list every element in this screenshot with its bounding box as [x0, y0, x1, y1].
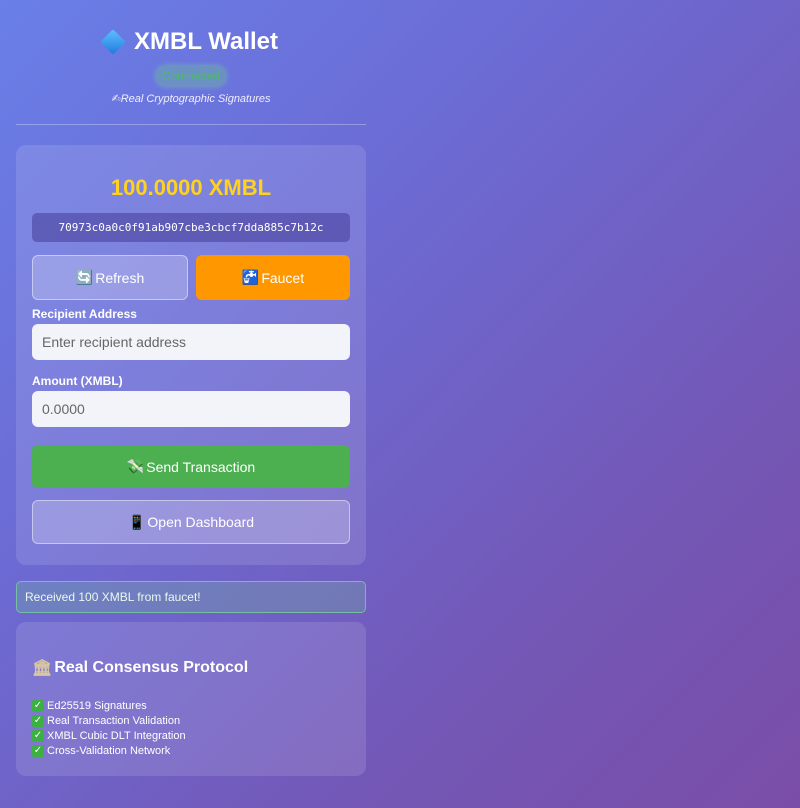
subtitle: ✍Real Cryptographic Signatures	[111, 93, 271, 105]
wallet-panel: XMBL Wallet Connected ✍Real Cryptographi…	[16, 0, 366, 125]
refresh-icon: 🔄	[75, 269, 94, 285]
header: XMBL Wallet Connected ✍Real Cryptographi…	[16, 0, 366, 125]
check-icon: ✓	[32, 714, 44, 727]
recipient-label: Recipient Address	[32, 307, 137, 321]
list-item: ✓ Real Transaction Validation	[32, 714, 181, 727]
status-message: Received 100 XMBL from faucet!	[16, 581, 366, 613]
money-icon: 💸	[126, 458, 145, 474]
bank-icon: 🏛	[32, 660, 53, 677]
recipient-input[interactable]: Enter recipient address	[32, 324, 350, 360]
wallet-address: 70973c0a0c0f91ab907cbe3cbcf7dda885c7b12c	[32, 213, 350, 242]
faucet-button[interactable]: 🚰 Faucet	[196, 255, 350, 300]
refresh-button[interactable]: 🔄 Refresh	[32, 255, 188, 300]
amount-label: Amount (XMBL)	[32, 374, 123, 388]
diamond-icon	[100, 29, 126, 55]
send-transaction-button[interactable]: 💸 Send Transaction	[32, 445, 350, 488]
check-icon: ✓	[32, 699, 44, 712]
feature-list: ✓ Ed25519 Signatures ✓ Real Transaction Va…	[32, 698, 350, 758]
signature-icon: ✍	[111, 93, 121, 105]
check-icon: ✓	[32, 744, 44, 757]
status-badge: Connected	[155, 66, 227, 86]
consensus-card: 🏛 Real Consensus Protocol ✓ Ed25519 Signa…	[16, 622, 366, 776]
list-item: ✓ Cross-Validation Network	[32, 744, 171, 757]
check-icon: ✓	[32, 729, 44, 742]
list-item: ✓ Ed25519 Signatures	[32, 699, 147, 712]
balance: 100.0000 XMBL	[110, 175, 272, 200]
phone-icon: 📱	[127, 513, 146, 530]
consensus-title: 🏛 Real Consensus Protocol	[32, 659, 249, 677]
wallet-card: 100.0000 XMBL 70973c0a0c0f91ab907cbe3cbc…	[16, 145, 366, 565]
list-item: ✓ XMBL Cubic DLT Integration	[32, 729, 186, 742]
amount-input[interactable]: 0.0000	[32, 391, 350, 427]
app-title: XMBL Wallet	[16, 27, 366, 57]
open-dashboard-button[interactable]: 📱 Open Dashboard	[32, 500, 350, 544]
action-row: 🔄 Refresh 🚰 Faucet	[32, 255, 350, 300]
faucet-icon: 🚰	[241, 269, 260, 285]
app-title-text: XMBL Wallet	[133, 28, 278, 55]
